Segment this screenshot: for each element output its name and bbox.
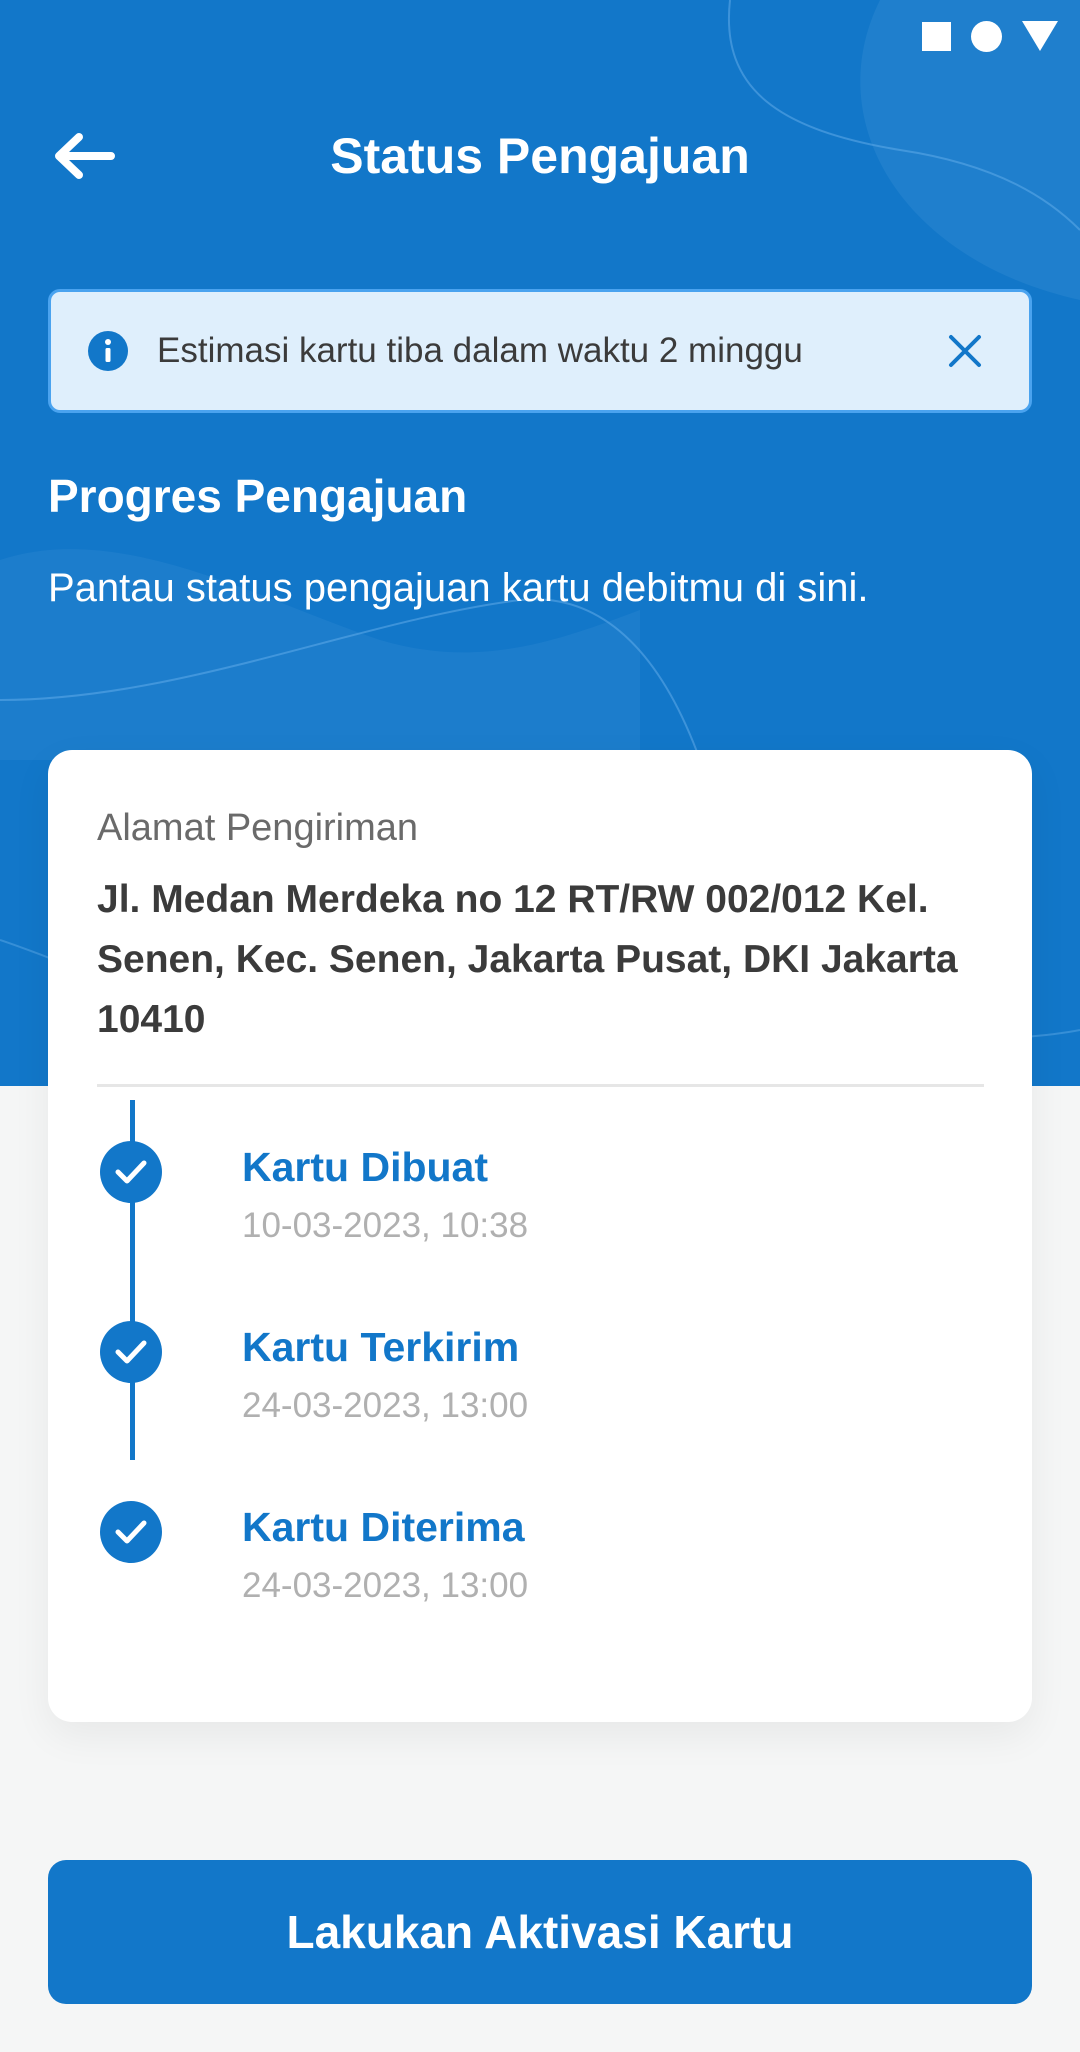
circle-icon bbox=[971, 20, 1002, 52]
step-title: Kartu Dibuat bbox=[242, 1144, 488, 1190]
divider bbox=[97, 1084, 984, 1087]
activate-card-button[interactable]: Lakukan Aktivasi Kartu bbox=[48, 1860, 1032, 2004]
application-status-card: Alamat Pengiriman Jl. Medan Merdeka no 1… bbox=[48, 750, 1032, 1722]
square-icon bbox=[922, 21, 951, 51]
info-banner: Estimasi kartu tiba dalam waktu 2 minggu bbox=[48, 289, 1032, 413]
step-title: Kartu Diterima bbox=[242, 1504, 525, 1550]
step-time: 24-03-2023, 13:00 bbox=[242, 1386, 529, 1425]
info-icon bbox=[88, 331, 128, 371]
close-banner-button[interactable] bbox=[943, 329, 987, 373]
check-icon bbox=[100, 1501, 162, 1563]
page-title: Status Pengajuan bbox=[330, 128, 750, 184]
triangle-icon bbox=[1022, 21, 1058, 51]
progress-description: Pantau status pengajuan kartu debitmu di… bbox=[48, 566, 869, 610]
address-value: Jl. Medan Merdeka no 12 RT/RW 002/012 Ke… bbox=[97, 878, 958, 1041]
info-banner-text: Estimasi kartu tiba dalam waktu 2 minggu bbox=[157, 331, 803, 370]
step-time: 24-03-2023, 13:00 bbox=[242, 1566, 529, 1605]
step-time: 10-03-2023, 10:38 bbox=[242, 1206, 529, 1245]
check-icon bbox=[100, 1321, 162, 1383]
address-label: Alamat Pengiriman bbox=[97, 807, 419, 849]
status-bar bbox=[922, 20, 1058, 52]
progress-title: Progres Pengajuan bbox=[48, 470, 468, 522]
close-icon bbox=[949, 335, 981, 367]
check-icon bbox=[100, 1141, 162, 1203]
step-title: Kartu Terkirim bbox=[242, 1324, 520, 1370]
